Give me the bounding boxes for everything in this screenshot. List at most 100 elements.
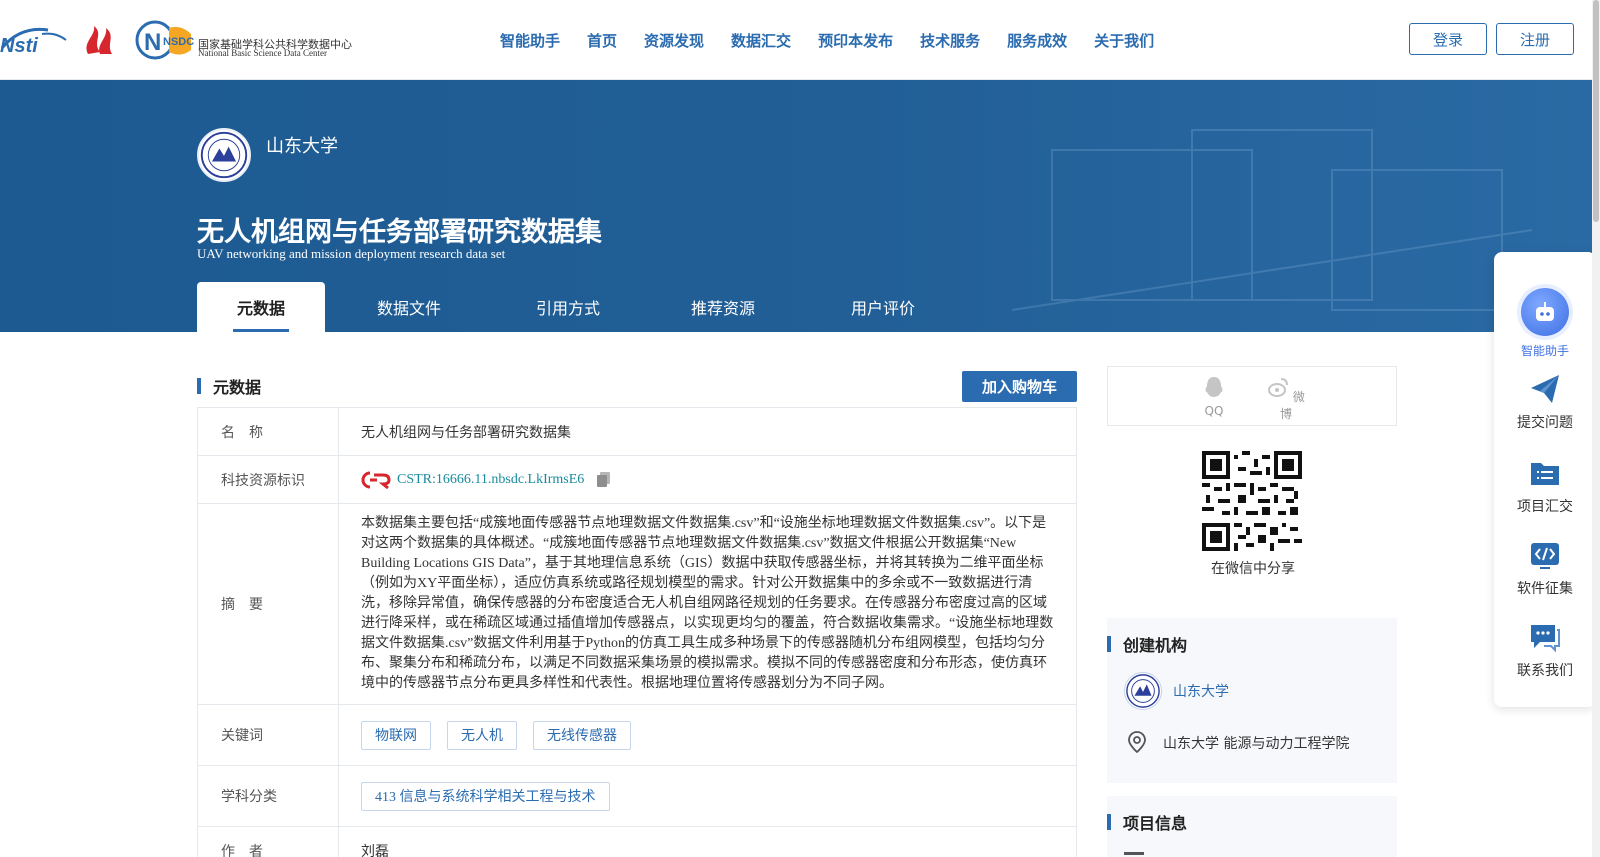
dataset-title-en: UAV networking and mission deployment re…	[197, 246, 506, 261]
nav-discover[interactable]: 资源发现	[644, 30, 704, 51]
author-value: 刘磊	[361, 844, 389, 857]
scrollbar-thumb[interactable]	[1593, 0, 1599, 222]
nstl-logo[interactable]: Nsti	[0, 22, 70, 58]
float-projects[interactable]: 项目汇交	[1494, 456, 1596, 516]
float-contact-label: 联系我们	[1517, 663, 1573, 679]
float-assistant[interactable]: 智能助手	[1494, 288, 1596, 359]
keywords-label: 关键词	[198, 705, 339, 765]
wechat-qr-code	[1202, 451, 1302, 551]
identifier-value: CSTR:16666.11.nbsdc.LkIrmsE6	[339, 456, 1076, 503]
float-assistant-label: 智能助手	[1520, 344, 1569, 358]
project-item-icon	[1124, 852, 1144, 855]
float-software[interactable]: 软件征集	[1494, 538, 1596, 598]
nsdc-emblem-icon: N NSDC	[135, 20, 194, 60]
share-box: QQ 微博	[1107, 366, 1397, 426]
identifier-label: 科技资源标识	[198, 456, 339, 503]
table-row: 关键词 物联网 无人机 无线传感器	[198, 705, 1076, 766]
chat-icon	[1531, 625, 1560, 653]
share-qq-label: QQ	[1204, 404, 1224, 418]
nav-assistant[interactable]: 智能助手	[500, 30, 560, 51]
org-card: 创建机构 山东大学 山东大学 能源与动力工程学院	[1107, 618, 1397, 783]
abstract-label: 摘 要	[198, 504, 339, 704]
page-scrollbar[interactable]	[1592, 0, 1600, 857]
table-row: 摘 要 本数据集主要包括“成簇地面传感器节点地理数据文件数据集.csv”和“设施…	[198, 504, 1076, 705]
subject-value: 413 信息与系统科学相关工程与技术	[339, 766, 1076, 826]
dataset-banner: 山东大学 无人机组网与任务部署研究数据集 UAV networking and …	[0, 80, 1592, 332]
nav-tech-service[interactable]: 技术服务	[920, 30, 980, 51]
org-department: 山东大学 能源与动力工程学院	[1163, 736, 1350, 752]
svg-text:NSDC: NSDC	[163, 36, 194, 48]
org-name[interactable]: 山东大学	[266, 132, 338, 158]
share-qq[interactable]: QQ	[1194, 375, 1234, 418]
keyword-tag[interactable]: 物联网	[361, 720, 431, 750]
float-projects-label: 项目汇交	[1517, 499, 1573, 515]
location-icon	[1128, 731, 1146, 753]
nav-outcomes[interactable]: 服务成效	[1007, 30, 1067, 51]
keywords-value: 物联网 无人机 无线传感器	[339, 705, 1076, 765]
subject-tag[interactable]: 413 信息与系统科学相关工程与技术	[361, 781, 610, 811]
table-row: 学科分类 413 信息与系统科学相关工程与技术	[198, 766, 1076, 827]
dataset-title-cn: 无人机组网与任务部署研究数据集	[197, 217, 602, 248]
org-card-link[interactable]: 山东大学	[1173, 681, 1229, 701]
nsdc-logo[interactable]: N NSDC 国家基础学科公共科学数据中心 National Basic Sci…	[135, 20, 352, 60]
nav-preprint[interactable]: 预印本发布	[818, 30, 893, 51]
paper-plane-icon	[1531, 375, 1559, 403]
project-card: 项目信息	[1107, 796, 1397, 857]
share-weibo[interactable]: 微博	[1266, 375, 1306, 422]
sdu-logo	[1124, 672, 1162, 710]
dataset-tabs: 元数据 数据文件 引用方式 推荐资源 用户评价	[197, 282, 963, 332]
cstr-logo-icon	[361, 471, 391, 489]
partner-logo[interactable]	[80, 22, 120, 58]
metadata-section-title: 元数据	[213, 378, 262, 397]
top-header: Nsti N NSDC 国家基础学科公共科学数据中心 National Basi…	[0, 0, 1600, 80]
weibo-icon	[1268, 378, 1289, 397]
section-accent-bar	[1107, 814, 1111, 830]
register-button[interactable]: 注册	[1496, 23, 1574, 55]
keyword-tag[interactable]: 无人机	[447, 720, 517, 750]
folder-list-icon	[1531, 463, 1559, 485]
tab-reviews[interactable]: 用户评价	[803, 282, 963, 332]
float-submit-question[interactable]: 提交问题	[1494, 372, 1596, 432]
qq-icon	[1205, 377, 1223, 397]
wechat-share-caption: 在微信中分享	[1211, 561, 1295, 577]
float-contact[interactable]: 联系我们	[1494, 620, 1596, 680]
section-accent-bar	[1107, 636, 1111, 652]
project-card-header: 项目信息	[1107, 810, 1187, 834]
keyword-tag[interactable]: 无线传感器	[533, 720, 631, 750]
cstr-identifier-link[interactable]: CSTR:16666.11.nbsdc.LkIrmsE6	[397, 472, 584, 488]
svg-text:N: N	[144, 29, 161, 56]
float-submit-label: 提交问题	[1517, 415, 1573, 431]
author-label: 作 者	[198, 827, 339, 857]
subject-label: 学科分类	[198, 766, 339, 826]
project-card-title: 项目信息	[1123, 814, 1188, 833]
copy-icon[interactable]	[596, 471, 612, 489]
name-value: 无人机组网与任务部署研究数据集	[361, 425, 571, 441]
tab-metadata[interactable]: 元数据	[197, 282, 325, 332]
sdu-logo	[197, 128, 251, 182]
tab-data-files[interactable]: 数据文件	[325, 282, 493, 332]
table-row: 名 称 无人机组网与任务部署研究数据集	[198, 408, 1076, 456]
metadata-table: 名 称 无人机组网与任务部署研究数据集 科技资源标识 CSTR:16666.11…	[197, 407, 1077, 857]
main-nav: 智能助手 首页 资源发现 数据汇交 预印本发布 技术服务 服务成效 关于我们	[500, 0, 1181, 80]
robot-icon	[1521, 288, 1569, 336]
add-to-cart-button[interactable]: 加入购物车	[962, 371, 1077, 402]
code-icon	[1531, 543, 1559, 569]
tab-citation[interactable]: 引用方式	[493, 282, 643, 332]
nav-data-submit[interactable]: 数据汇交	[731, 30, 791, 51]
login-button[interactable]: 登录	[1409, 23, 1487, 55]
abstract-value: 本数据集主要包括“成簇地面传感器节点地理数据文件数据集.csv”和“设施坐标地理…	[361, 516, 1054, 691]
section-accent-bar	[197, 378, 201, 394]
metadata-section-header: 元数据	[197, 372, 261, 400]
name-label: 名 称	[198, 408, 339, 455]
org-card-header: 创建机构	[1107, 632, 1187, 656]
float-software-label: 软件征集	[1517, 581, 1573, 597]
banner-decoration	[1012, 129, 1532, 311]
tab-recommended[interactable]: 推荐资源	[643, 282, 803, 332]
table-row: 作 者 刘磊	[198, 827, 1076, 857]
svg-text:Nsti: Nsti	[0, 35, 38, 57]
nav-home[interactable]: 首页	[587, 30, 617, 51]
nsdc-name-en: National Basic Science Data Center	[198, 48, 327, 58]
nav-about[interactable]: 关于我们	[1094, 30, 1154, 51]
table-row: 科技资源标识 CSTR:16666.11.nbsdc.LkIrmsE6	[198, 456, 1076, 504]
floating-toolbar: 智能助手 提交问题 项目汇交 软件征集 联系我们	[1494, 252, 1596, 707]
